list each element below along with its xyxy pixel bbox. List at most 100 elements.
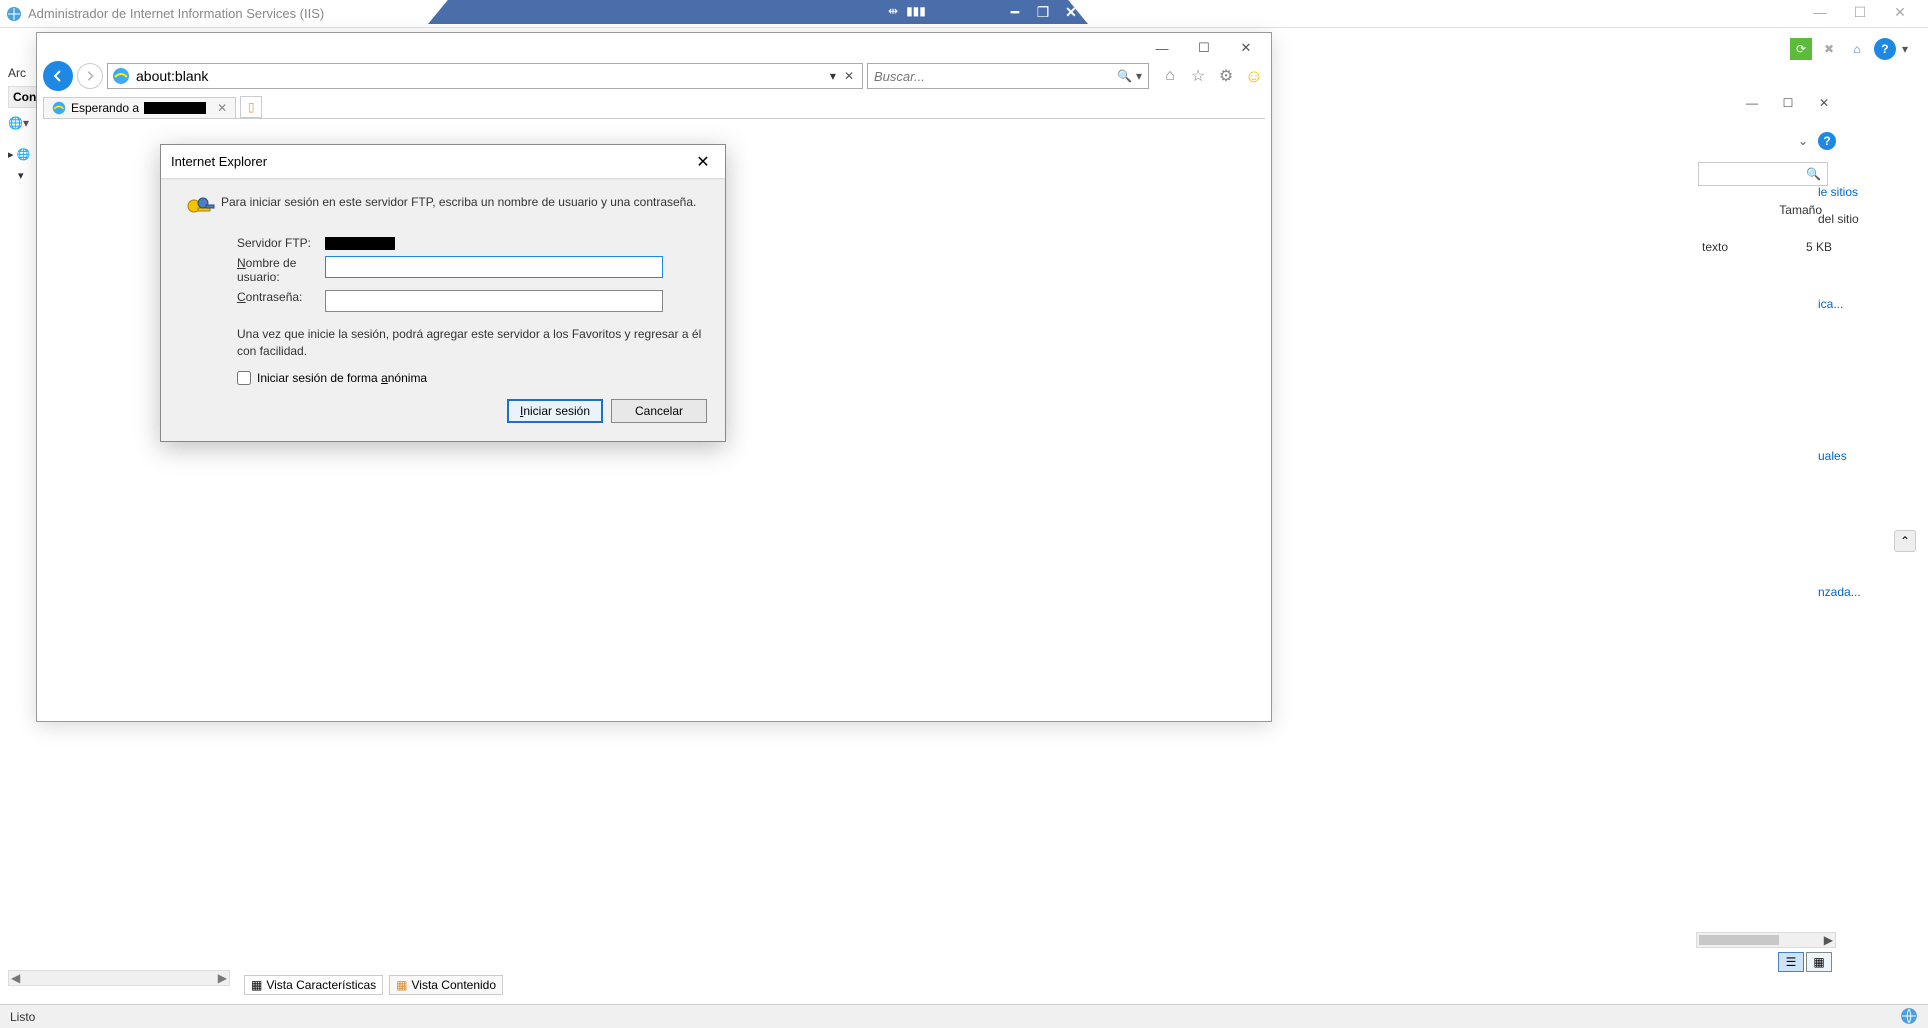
address-input[interactable] <box>136 68 826 84</box>
ie-tabbar: Esperando a ✕ ▯ <box>43 93 1265 119</box>
iis-menubar: Arc <box>8 62 26 84</box>
search-icon[interactable]: 🔍 <box>1117 69 1132 83</box>
anonymous-checkbox-row: Iniciar sesión de forma anónima <box>237 371 707 385</box>
tree-node[interactable]: ▾ <box>18 169 38 182</box>
iis-window-controls: — ☐ ✕ <box>1800 0 1920 24</box>
features-icon: ▦ <box>251 978 262 992</box>
tab-features-label: Vista Características <box>266 978 376 992</box>
close-button[interactable]: ✕ <box>1880 0 1920 24</box>
status-text: Listo <box>10 1010 35 1024</box>
content-icon: ▦ <box>396 978 407 992</box>
password-label: Contraseña: <box>237 290 325 304</box>
dialog-titlebar: Internet Explorer ✕ <box>161 145 725 179</box>
ftp-login-dialog: Internet Explorer ✕ Para iniciar sesión … <box>160 144 726 442</box>
file-type-cell: texto <box>1702 240 1728 254</box>
view-details-button[interactable]: ☰ <box>1778 952 1804 972</box>
tools-icon[interactable]: ⚙ <box>1215 65 1237 87</box>
iis-bottom-tabs: ▦ Vista Características ▦ Vista Contenid… <box>244 972 503 998</box>
tree-root[interactable]: ▸ 🌐 <box>8 148 38 161</box>
action-link-sitios[interactable]: le sitios <box>1818 176 1918 208</box>
action-link-nzada[interactable]: nzada... <box>1818 576 1918 608</box>
help-icon[interactable]: ? <box>1874 38 1896 60</box>
explorer-view-toggle: ☰ ▦ <box>1778 952 1832 972</box>
scroll-right-icon[interactable]: ▶ <box>1824 933 1833 947</box>
stop-icon[interactable]: ✕ <box>844 69 854 83</box>
favorites-icon[interactable]: ☆ <box>1187 65 1209 87</box>
chevron-down-icon[interactable]: ⌄ <box>1798 134 1808 148</box>
scrollbar-thumb[interactable] <box>1699 935 1779 945</box>
pin-icon: ⇹ <box>888 4 898 18</box>
iis-mdi-restore[interactable]: ❐ <box>1032 1 1054 23</box>
signal-icon: ▮▮▮ <box>906 4 926 18</box>
left-pane-hscroll[interactable]: ◀▶ <box>8 970 230 986</box>
maximize-button[interactable]: ☐ <box>1183 37 1225 59</box>
action-link-ica[interactable]: ica... <box>1818 288 1918 320</box>
dialog-close-button[interactable]: ✕ <box>691 152 715 172</box>
server-value-redacted <box>325 237 395 250</box>
stop-icon[interactable]: ✖ <box>1818 38 1840 60</box>
action-link-uales[interactable]: uales <box>1818 440 1918 472</box>
tab-content-label: Vista Contenido <box>412 978 497 992</box>
server-field-row: Servidor FTP: <box>237 236 707 250</box>
tab-close-icon[interactable]: ✕ <box>217 101 227 115</box>
dialog-body: Para iniciar sesión en este servidor FTP… <box>161 179 725 441</box>
refresh-icon[interactable]: ⟳ <box>1790 38 1812 60</box>
iis-app-icon <box>6 6 22 22</box>
login-button[interactable]: Iniciar sesión <box>507 399 603 423</box>
tab-label-redacted <box>144 102 206 114</box>
connections-toolbar: 🌐▾ <box>8 116 38 130</box>
dialog-buttons: Iniciar sesión Cancelar <box>179 399 707 423</box>
new-tab-button[interactable]: ▯ <box>240 96 262 118</box>
tab-features-view[interactable]: ▦ Vista Características <box>244 975 383 995</box>
address-dropdown-icon[interactable]: ▾ <box>830 69 836 83</box>
close-button[interactable]: ✕ <box>1225 37 1267 59</box>
view-icons-button[interactable]: ▦ <box>1806 952 1832 972</box>
password-field-row: Contraseña: <box>237 290 707 312</box>
actions-pane-collapse[interactable]: ⌃ <box>1894 530 1916 552</box>
search-input[interactable] <box>874 69 1117 84</box>
iis-title: Administrador de Internet Information Se… <box>28 6 324 21</box>
action-link-del-sitio: del sitio <box>1818 208 1918 230</box>
ie-toolbar: ▾ ✕ 🔍 ▾ ⌂ ☆ ⚙ ☺ <box>43 59 1265 93</box>
dropdown-icon[interactable]: ▾ <box>1902 42 1908 56</box>
dialog-title: Internet Explorer <box>171 154 267 169</box>
home-icon[interactable]: ⌂ <box>1846 38 1868 60</box>
feedback-icon[interactable]: ☺ <box>1243 65 1265 87</box>
anonymous-label[interactable]: Iniciar sesión de forma anónima <box>257 371 427 385</box>
world-icon[interactable]: 🌐 <box>8 116 23 130</box>
status-world-icon <box>1900 1007 1918 1025</box>
ie-window-controls: — ☐ ✕ <box>1141 37 1267 59</box>
menu-archivo[interactable]: Arc <box>8 66 26 80</box>
anonymous-checkbox[interactable] <box>237 371 251 385</box>
explorer-hscroll[interactable]: ▶ <box>1696 932 1836 948</box>
minimize-button[interactable]: — <box>1141 37 1183 59</box>
tab-content-view[interactable]: ▦ Vista Contenido <box>389 975 503 995</box>
maximize-button[interactable]: ☐ <box>1840 0 1880 24</box>
forward-button[interactable] <box>77 63 103 89</box>
password-input[interactable] <box>325 290 663 312</box>
minimize-button[interactable]: — <box>1800 0 1840 24</box>
dropdown-icon[interactable]: ▾ <box>23 116 29 130</box>
home-icon[interactable]: ⌂ <box>1159 65 1181 87</box>
cancel-button[interactable]: Cancelar <box>611 399 707 423</box>
maximize-button[interactable]: ☐ <box>1770 92 1806 114</box>
iis-mdi-minimize[interactable]: ━ <box>1004 1 1026 23</box>
username-input[interactable] <box>325 256 663 278</box>
iis-statusbar: Listo <box>0 1004 1928 1028</box>
username-field-row: Nombre de usuario: <box>237 256 707 284</box>
explorer-search[interactable]: 🔍 <box>1698 162 1828 186</box>
ie-logo-icon <box>112 67 130 85</box>
search-bar[interactable]: 🔍 ▾ <box>867 63 1149 89</box>
search-dropdown-icon[interactable]: ▾ <box>1136 69 1142 83</box>
minimize-button[interactable]: — <box>1734 92 1770 114</box>
browser-tab[interactable]: Esperando a ✕ <box>43 97 236 118</box>
tab-label-prefix: Esperando a <box>71 101 139 115</box>
column-header-size[interactable]: Tamaño <box>1779 203 1822 217</box>
server-label: Servidor FTP: <box>237 236 325 250</box>
keys-icon <box>179 194 221 228</box>
username-label: Nombre de usuario: <box>237 256 325 284</box>
explorer-header-icons: ⟳ ✖ ⌂ ? ▾ <box>1790 38 1908 60</box>
back-button[interactable] <box>43 61 73 91</box>
address-bar[interactable]: ▾ ✕ <box>107 63 863 89</box>
iis-connections-pane: Con 🌐▾ ▸ 🌐 ▾ <box>8 86 38 998</box>
